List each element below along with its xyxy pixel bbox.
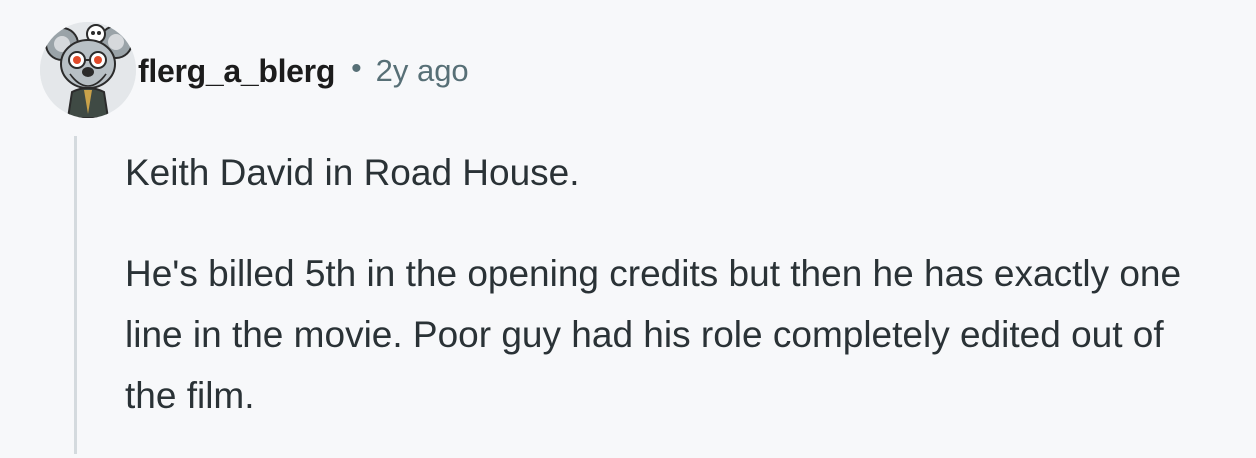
comment-paragraph: He's billed 5th in the opening credits b… <box>125 253 1182 416</box>
timestamp[interactable]: 2y ago <box>376 53 469 89</box>
koala-snoovatar-icon <box>40 22 136 118</box>
comment-meta: flerg_a_blerg • 2y ago <box>138 48 469 94</box>
comment-paragraph: Keith David in Road House. <box>125 152 580 193</box>
author-name[interactable]: flerg_a_blerg <box>138 53 335 90</box>
comment-body: Keith David in Road House. He's billed 5… <box>125 142 1225 426</box>
thread-collapse-line[interactable] <box>74 136 77 454</box>
comment: flerg_a_blerg • 2y ago Keith David in Ro… <box>0 0 1256 458</box>
avatar[interactable] <box>40 22 136 118</box>
meta-separator: • <box>351 52 362 85</box>
